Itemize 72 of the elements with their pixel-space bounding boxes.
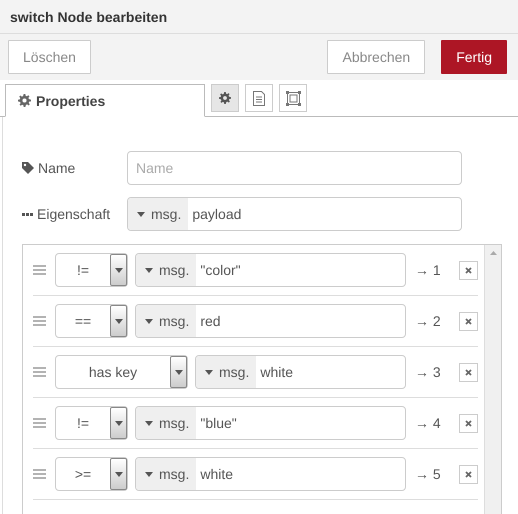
property-value: payload [191,205,242,224]
caret-icon [145,318,153,324]
type-selector[interactable]: msg. [136,458,196,490]
rule-value: white [259,363,294,382]
close-icon [465,470,472,478]
value-input[interactable]: msg. "blue" [135,406,406,440]
tab-icon-button[interactable] [279,84,307,112]
output-label: → 2 [415,313,442,329]
output-label: → 1 [415,262,442,278]
dropdown-caret-icon [174,370,182,374]
drag-handle-icon[interactable] [33,265,46,275]
rule-value: white [199,465,234,484]
name-input[interactable]: Name [127,151,462,185]
type-selector[interactable]: msg. [196,356,256,388]
dropdown-caret-icon [114,420,122,426]
property-input[interactable]: msg. payload [127,197,462,231]
drag-handle-icon[interactable] [33,418,46,428]
drag-handle-icon[interactable] [33,316,46,326]
value-input[interactable]: msg. white [135,457,406,491]
close-icon [465,368,472,376]
name-label: Name [22,160,127,176]
rule-value: red [199,312,221,331]
remove-button[interactable] [459,260,478,280]
operator-select[interactable]: has key [55,355,188,389]
type-selector[interactable]: msg. [136,407,196,439]
rule-value: "color" [199,261,241,280]
rule-value: "blue" [199,414,237,433]
value-input[interactable]: msg. "color" [135,253,406,287]
caret-icon [145,268,153,272]
operator-select[interactable]: != [55,406,128,440]
value-input[interactable]: msg. white [195,355,406,389]
type-selector[interactable]: msg. [128,198,188,230]
caret-icon [145,472,153,476]
caret-icon [205,370,213,374]
output-label: → 3 [415,364,442,380]
output-label: → 4 [415,415,442,431]
delete-button[interactable]: Löschen [8,40,91,74]
value-input[interactable]: msg. red [135,304,406,338]
close-icon [465,266,472,274]
document-icon [253,90,265,106]
dropdown-caret-icon [114,268,122,272]
output-label: → 5 [415,466,442,482]
dialog-title: switch Node bearbeiten [10,8,168,24]
tab-icon-button[interactable] [245,84,273,112]
operator-select[interactable]: >= [55,457,128,491]
dropdown-caret-icon [114,318,122,324]
operator-select[interactable]: != [55,253,128,287]
gear-icon [219,92,231,104]
scrollbar[interactable] [484,245,501,514]
type-selector[interactable]: msg. [136,305,196,337]
frame-icon [286,90,300,106]
tag-icon [22,162,34,174]
remove-button[interactable] [459,464,478,484]
drag-handle-icon[interactable] [33,367,46,377]
dropdown-caret-icon [114,472,122,476]
cancel-button[interactable]: Abbrechen [327,40,426,74]
remove-button[interactable] [459,362,478,382]
remove-button[interactable] [459,414,478,432]
tab[interactable]: Properties [5,84,205,117]
property-label: Eigenschaft [22,206,127,222]
type-selector[interactable]: msg. [136,254,196,286]
remove-button[interactable] [459,312,478,330]
drag-handle-icon[interactable] [33,469,46,479]
tab-icon-button[interactable] [211,84,239,112]
operator-select[interactable]: == [55,304,128,338]
close-icon [465,420,472,426]
close-icon [465,318,472,324]
caret-icon [137,212,145,216]
caret-icon [145,420,153,426]
ellipsis-icon [22,212,33,216]
gear-icon [18,94,31,107]
done-button[interactable]: Fertig [441,40,507,74]
